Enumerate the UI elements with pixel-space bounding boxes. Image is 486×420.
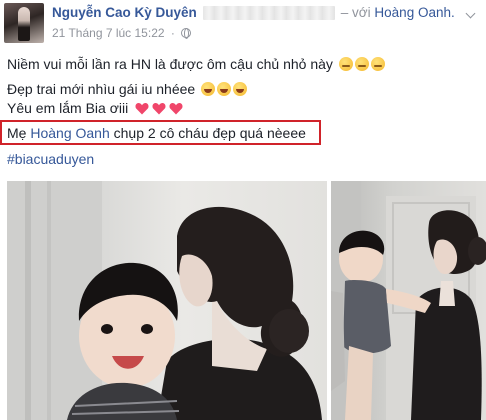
- rolling-laugh-icon: [201, 82, 216, 96]
- meta-separator: ·: [170, 26, 175, 40]
- post-text-line-5: #biacuaduyen: [7, 150, 94, 168]
- rolling-laugh-icon: [233, 82, 248, 96]
- line-1-text: Niềm vui mỗi lần ra HN là được ôm cậu ch…: [7, 56, 333, 72]
- post-meta: 21 Tháng 7 lúc 15:22 ·: [52, 26, 192, 40]
- post-photo-left[interactable]: [7, 181, 327, 420]
- hashtag-link[interactable]: #biacuaduyen: [7, 151, 94, 167]
- post-photo-right[interactable]: [331, 181, 486, 420]
- rolling-laugh-icon: [217, 82, 232, 96]
- angry-face-icon: [338, 57, 353, 71]
- post-text-line-3: Yêu em lắm Bia ơiii: [7, 99, 183, 117]
- avatar[interactable]: [4, 3, 44, 43]
- heart-icon: [135, 102, 149, 115]
- globe-icon[interactable]: [181, 28, 192, 39]
- post-text-line-1: Niềm vui mỗi lần ra HN là được ôm cậu ch…: [7, 55, 385, 73]
- line-4-suffix: chụp 2 cô cháu đẹp quá nèeee: [113, 125, 306, 141]
- angry-face-icon: [354, 57, 369, 71]
- heart-icon: [152, 102, 166, 115]
- photo-right-illustration: [331, 181, 486, 420]
- angry-face-icon: [370, 57, 385, 71]
- post-text-line-4: Mẹ Hoàng Oanh chụp 2 cô cháu đẹp quá nèe…: [7, 124, 306, 142]
- photo-left-illustration: [7, 181, 322, 420]
- line-3-text: Yêu em lắm Bia ơiii: [7, 100, 129, 116]
- post-header: Nguyễn Cao Kỳ Duyên – với Hoàng Oanh.: [52, 5, 455, 23]
- blurred-region: [202, 6, 335, 21]
- author-name[interactable]: Nguyễn Cao Kỳ Duyên: [52, 5, 197, 20]
- heart-icon: [169, 102, 183, 115]
- chevron-down-icon[interactable]: [465, 8, 476, 19]
- with-prefix: – với: [340, 5, 371, 20]
- tagged-user[interactable]: Hoàng Oanh.: [374, 5, 454, 20]
- line-2-text: Đẹp trai mới nhìu gái iu nhéee: [7, 81, 196, 97]
- line-4-prefix: Mẹ: [7, 125, 27, 141]
- facebook-post: Nguyễn Cao Kỳ Duyên – với Hoàng Oanh. 21 …: [0, 0, 486, 420]
- post-text-line-2: Đẹp trai mới nhìu gái iu nhéee: [7, 80, 248, 98]
- mention-link[interactable]: Hoàng Oanh: [30, 125, 109, 141]
- timestamp[interactable]: 21 Tháng 7 lúc 15:22: [52, 26, 165, 40]
